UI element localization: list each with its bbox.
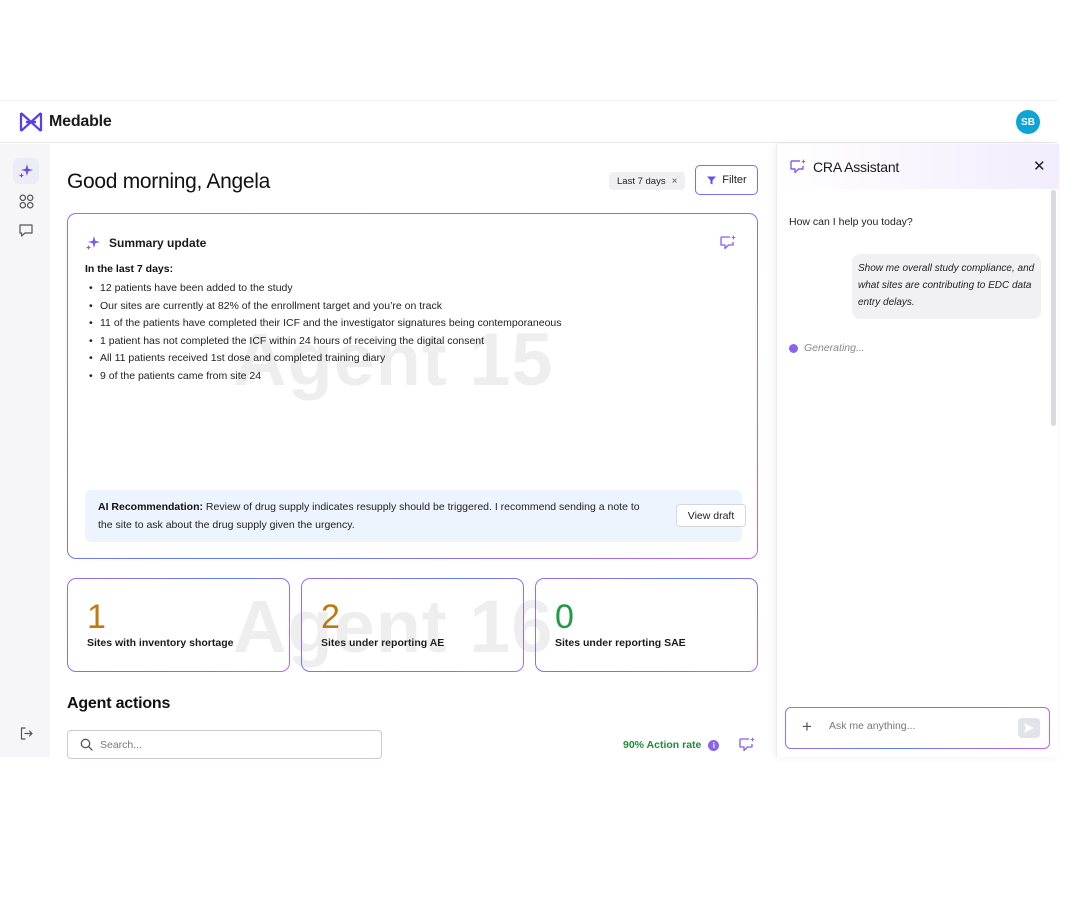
stat-label: Sites under reporting SAE bbox=[555, 637, 686, 649]
page-title: Good morning, Angela bbox=[67, 170, 270, 193]
sparkle-icon bbox=[19, 164, 33, 178]
list-item: 1 patient has not completed the ICF with… bbox=[85, 333, 562, 351]
user-message: Show me overall study compliance, and wh… bbox=[852, 254, 1041, 319]
user-avatar[interactable]: SB bbox=[1016, 110, 1040, 134]
main-content: Good morning, Angela Last 7 days × Filte… bbox=[50, 144, 775, 759]
summary-title: Summary update bbox=[109, 236, 207, 250]
scrollbar[interactable] bbox=[1051, 190, 1056, 426]
assistant-title: CRA Assistant bbox=[813, 158, 900, 175]
sidebar-item-logout[interactable] bbox=[13, 720, 39, 746]
generating-status: Generating... bbox=[789, 342, 865, 354]
stat-value: 0 bbox=[555, 598, 574, 636]
list-item: 9 of the patients came from site 24 bbox=[85, 368, 562, 386]
view-draft-button[interactable]: View draft bbox=[676, 504, 746, 527]
list-item: Our sites are currently at 82% of the en… bbox=[85, 298, 562, 316]
date-range-chip[interactable]: Last 7 days × bbox=[609, 172, 686, 190]
filter-button[interactable]: Filter bbox=[695, 165, 758, 195]
assistant-chat-icon bbox=[790, 159, 806, 174]
list-item: 11 of the patients have completed their … bbox=[85, 315, 562, 333]
ask-assistant-icon[interactable] bbox=[738, 736, 756, 753]
assistant-message: How can I help you today? bbox=[789, 216, 913, 228]
filter-icon bbox=[707, 176, 717, 184]
attach-plus-icon[interactable]: + bbox=[802, 718, 812, 736]
brand-name: Medable bbox=[49, 113, 112, 130]
top-bar: Medable SB bbox=[0, 101, 1058, 143]
search-icon bbox=[80, 738, 93, 751]
grid-icon bbox=[18, 193, 34, 209]
list-item: 12 patients have been added to the study bbox=[85, 280, 562, 298]
action-rate: 90% Action rate i bbox=[623, 739, 720, 751]
close-icon[interactable]: ✕ bbox=[1033, 157, 1046, 175]
sidebar-item-assistant[interactable] bbox=[13, 158, 39, 184]
ai-recommendation: AI Recommendation: Review of drug supply… bbox=[85, 490, 746, 542]
chat-icon bbox=[19, 223, 33, 237]
section-title: Agent actions bbox=[67, 695, 171, 712]
filter-button-label: Filter bbox=[722, 174, 747, 186]
stat-card-sae[interactable]: 0 Sites under reporting SAE bbox=[535, 578, 758, 672]
medable-logo-icon bbox=[19, 112, 43, 132]
logo[interactable]: Medable bbox=[19, 110, 112, 134]
send-button[interactable] bbox=[1018, 718, 1040, 738]
chip-label: Last 7 days bbox=[617, 175, 666, 187]
status-dot-icon bbox=[789, 343, 798, 353]
info-icon[interactable]: i bbox=[708, 739, 720, 751]
send-icon bbox=[1024, 723, 1034, 733]
stat-value: 2 bbox=[321, 598, 340, 636]
chat-composer: + bbox=[785, 707, 1050, 749]
summary-list: 12 patients have been added to the study… bbox=[85, 280, 562, 386]
recommendation-label: AI Recommendation: bbox=[98, 501, 204, 513]
status-text: Generating... bbox=[804, 342, 865, 354]
list-item: All 11 patients received 1st dose and co… bbox=[85, 350, 562, 368]
stat-value: 1 bbox=[87, 598, 106, 636]
app-window: Medable SB Good morning, Angela Last 7 d… bbox=[0, 100, 1059, 759]
sparkle-icon bbox=[86, 236, 100, 250]
assistant-panel: CRA Assistant ✕ How can I help you today… bbox=[776, 144, 1059, 757]
assistant-header: CRA Assistant ✕ bbox=[777, 144, 1059, 189]
summary-card: Agent 15 Summary update In the last 7 da… bbox=[67, 213, 758, 559]
chip-close-icon[interactable]: × bbox=[672, 176, 678, 187]
sidebar bbox=[0, 144, 50, 757]
sidebar-item-messages[interactable] bbox=[13, 217, 39, 243]
logout-icon bbox=[20, 726, 33, 740]
stat-label: Sites under reporting AE bbox=[321, 637, 445, 649]
chat-input[interactable] bbox=[829, 720, 1009, 732]
sidebar-item-dashboard[interactable] bbox=[13, 188, 39, 214]
search-box bbox=[67, 730, 382, 759]
summary-period: In the last 7 days: bbox=[85, 263, 174, 275]
stat-card-inventory[interactable]: 1 Sites with inventory shortage bbox=[67, 578, 290, 672]
action-rate-value: 90% Action rate bbox=[623, 739, 702, 751]
ask-assistant-icon[interactable] bbox=[719, 234, 737, 251]
stat-card-ae[interactable]: 2 Sites under reporting AE bbox=[301, 578, 524, 672]
stat-label: Sites with inventory shortage bbox=[87, 637, 234, 649]
summary-header: Summary update bbox=[85, 235, 206, 251]
search-input[interactable] bbox=[100, 738, 360, 751]
chat-thread: How can I help you today? Show me overal… bbox=[777, 189, 1047, 704]
